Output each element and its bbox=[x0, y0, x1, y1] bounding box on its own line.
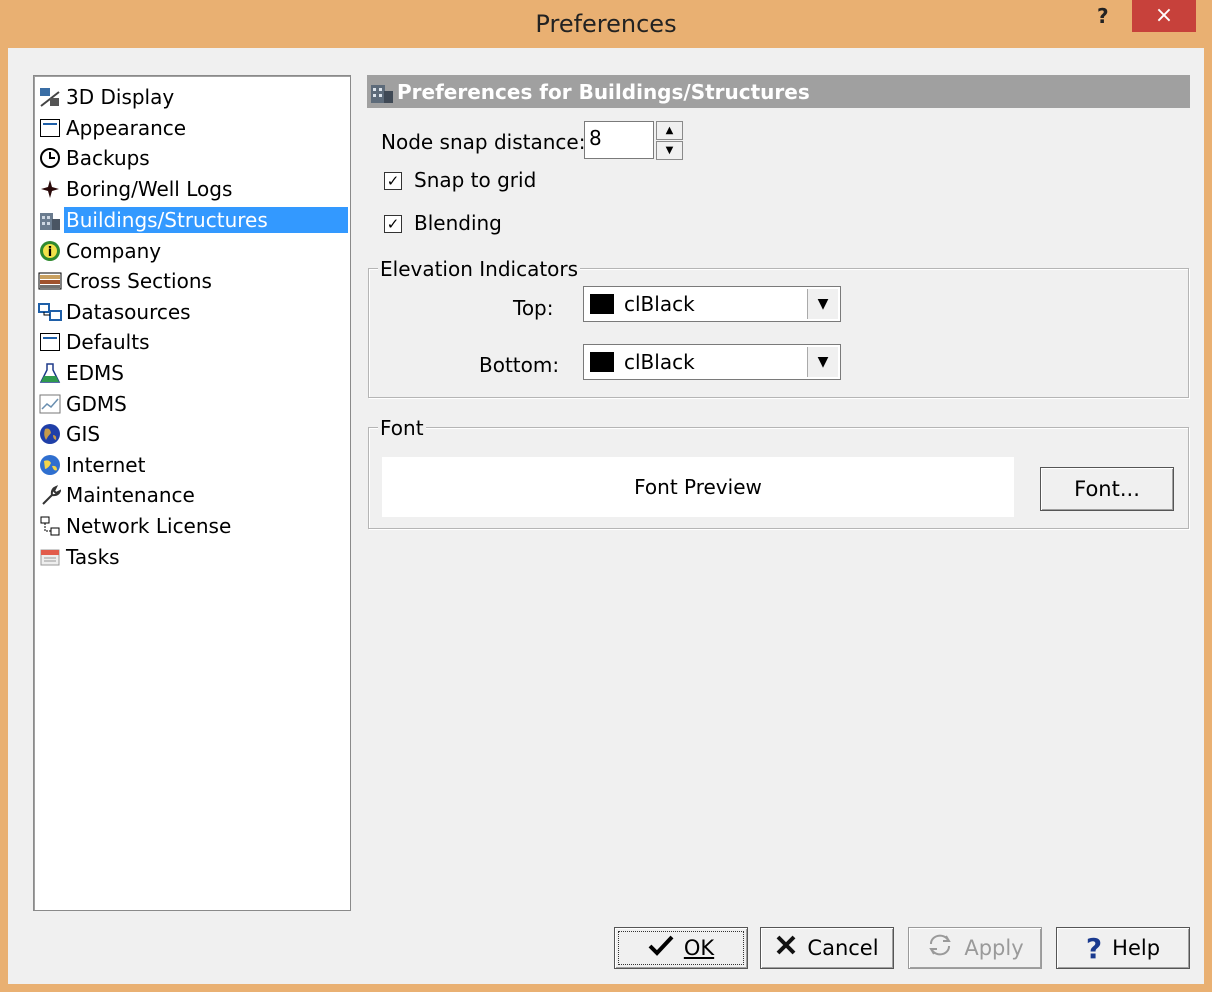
nav-item-label: Tasks bbox=[66, 544, 120, 569]
help-button-label: Help bbox=[1112, 936, 1161, 960]
nav-item-label: Maintenance bbox=[66, 482, 195, 507]
nav-item-label: Appearance bbox=[66, 115, 187, 140]
cancel-x-icon bbox=[775, 934, 797, 962]
internet-globe-icon bbox=[36, 452, 64, 478]
nav-item-internet[interactable]: Internet bbox=[36, 450, 348, 479]
apply-button-label: Apply bbox=[964, 936, 1024, 960]
nav-item-network-license[interactable]: Network License bbox=[36, 511, 348, 540]
flask-icon bbox=[36, 360, 64, 386]
window-title: Preferences bbox=[535, 10, 677, 38]
cancel-button[interactable]: Cancel bbox=[760, 927, 894, 969]
top-label: Top: bbox=[513, 296, 554, 320]
font-button[interactable]: Font... bbox=[1040, 467, 1174, 511]
help-question-icon: ? bbox=[1085, 931, 1103, 965]
nav-item-boring-well-logs[interactable]: Boring/Well Logs bbox=[36, 174, 348, 203]
clock-icon bbox=[36, 145, 64, 171]
top-color-select[interactable]: clBlack ▼ bbox=[583, 286, 841, 322]
well-marker-icon bbox=[36, 176, 64, 202]
chart-icon bbox=[36, 391, 64, 417]
nav-item-edms[interactable]: EDMS bbox=[36, 358, 348, 387]
nav-item-label: Datasources bbox=[66, 299, 191, 324]
nav-item-company[interactable]: i Company bbox=[36, 236, 348, 265]
bottom-color-select[interactable]: clBlack ▼ bbox=[583, 344, 841, 380]
chevron-down-icon[interactable]: ▼ bbox=[807, 347, 838, 377]
nav-item-label: Internet bbox=[66, 452, 146, 477]
title-bar: Preferences ? × bbox=[0, 0, 1212, 48]
nav-item-cross-sections[interactable]: Cross Sections bbox=[36, 266, 348, 295]
snap-to-grid-label: Snap to grid bbox=[414, 168, 537, 192]
nav-item-label: Boring/Well Logs bbox=[66, 176, 233, 201]
wrench-icon bbox=[36, 482, 64, 508]
font-group-legend: Font bbox=[378, 416, 426, 440]
nav-item-3d-display[interactable]: 3D Display bbox=[36, 82, 348, 111]
nav-item-label: GDMS bbox=[66, 391, 127, 416]
nav-item-label: Company bbox=[66, 238, 162, 263]
top-color-value: clBlack bbox=[624, 292, 695, 316]
bottom-label: Bottom: bbox=[479, 353, 560, 377]
preferences-category-list[interactable]: 3D Display Appearance Backups Boring/Wel… bbox=[33, 75, 351, 911]
network-icon bbox=[36, 513, 64, 539]
nav-item-gis[interactable]: GIS bbox=[36, 419, 348, 448]
font-preview: Font Preview bbox=[382, 457, 1014, 517]
refresh-icon bbox=[926, 933, 954, 963]
spin-up-button[interactable]: ▲ bbox=[656, 121, 683, 140]
defaults-icon bbox=[36, 329, 64, 355]
nav-item-label: 3D Display bbox=[66, 84, 175, 109]
font-button-label: Font... bbox=[1074, 477, 1140, 501]
nav-item-gdms[interactable]: GDMS bbox=[36, 389, 348, 418]
nav-item-tasks[interactable]: Tasks bbox=[36, 542, 348, 571]
spin-down-button[interactable]: ▼ bbox=[656, 141, 683, 160]
nav-item-label: Network License bbox=[66, 513, 232, 538]
building-icon bbox=[367, 79, 397, 105]
tasks-icon bbox=[36, 544, 64, 570]
cross-section-icon bbox=[36, 268, 64, 294]
checkmark-icon bbox=[648, 934, 674, 962]
nav-item-appearance[interactable]: Appearance bbox=[36, 113, 348, 142]
color-swatch bbox=[590, 352, 614, 372]
nav-item-label: Defaults bbox=[66, 329, 150, 354]
nav-item-label: Buildings/Structures bbox=[64, 206, 348, 233]
datasource-icon bbox=[36, 299, 64, 325]
close-button[interactable]: × bbox=[1132, 0, 1196, 32]
company-info-icon: i bbox=[36, 238, 64, 264]
nav-item-datasources[interactable]: Datasources bbox=[36, 297, 348, 326]
nav-item-label: EDMS bbox=[66, 360, 124, 385]
ok-button-label: OK bbox=[683, 936, 715, 960]
color-swatch bbox=[590, 294, 614, 314]
svg-text:i: i bbox=[48, 245, 52, 260]
panel-header-title: Preferences for Buildings/Structures bbox=[397, 79, 810, 104]
node-snap-distance-input[interactable]: 8 bbox=[584, 121, 654, 159]
nav-item-label: Cross Sections bbox=[66, 268, 212, 293]
globe-icon bbox=[36, 421, 64, 447]
help-title-button[interactable]: ? bbox=[1097, 4, 1109, 28]
nav-item-defaults[interactable]: Defaults bbox=[36, 327, 348, 356]
cancel-button-label: Cancel bbox=[807, 936, 879, 960]
bottom-color-value: clBlack bbox=[624, 350, 695, 374]
ok-button[interactable]: OK bbox=[614, 927, 748, 969]
elevation-indicators-legend: Elevation Indicators bbox=[378, 257, 581, 281]
apply-button[interactable]: Apply bbox=[908, 927, 1042, 969]
building-icon bbox=[36, 207, 64, 233]
nav-item-buildings-structures[interactable]: Buildings/Structures bbox=[36, 205, 348, 234]
node-snap-distance-label: Node snap distance: bbox=[381, 130, 586, 154]
blending-checkbox[interactable]: ✓ bbox=[384, 215, 402, 233]
appearance-icon bbox=[36, 115, 64, 141]
nav-item-label: Backups bbox=[66, 145, 150, 170]
panel-header: Preferences for Buildings/Structures bbox=[367, 75, 1190, 108]
nav-item-label: GIS bbox=[66, 421, 101, 446]
nav-item-maintenance[interactable]: Maintenance bbox=[36, 480, 348, 509]
chevron-down-icon[interactable]: ▼ bbox=[807, 289, 838, 319]
3d-display-icon bbox=[36, 84, 64, 110]
nav-item-backups[interactable]: Backups bbox=[36, 143, 348, 172]
snap-to-grid-checkbox[interactable]: ✓ bbox=[384, 172, 402, 190]
blending-label: Blending bbox=[414, 211, 502, 235]
help-button[interactable]: ? Help bbox=[1056, 927, 1190, 969]
